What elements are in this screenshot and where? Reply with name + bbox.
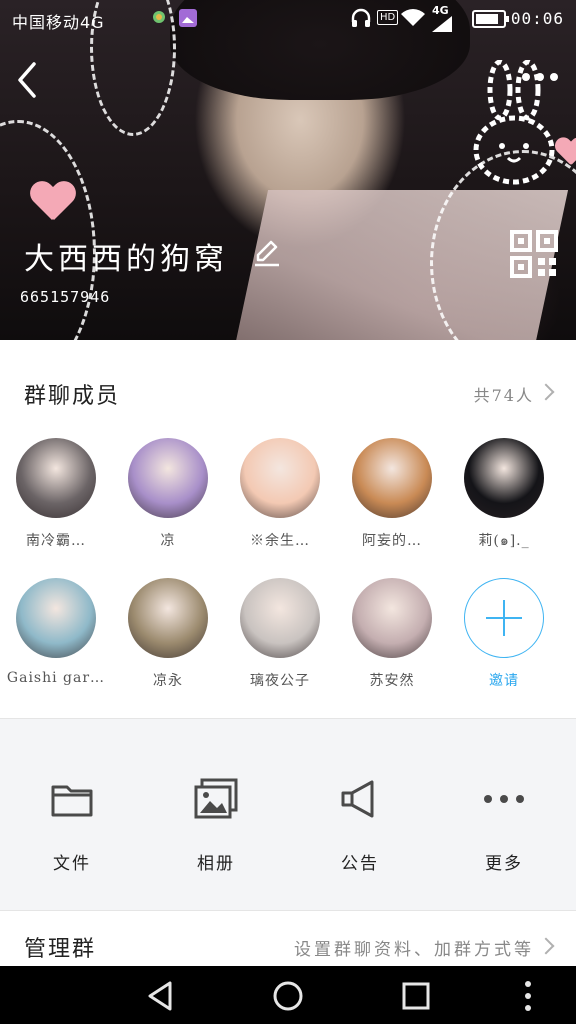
plus-icon [464,578,544,658]
avatar [240,578,320,658]
wifi-icon [401,9,425,26]
manage-group-title: 管理群 [24,937,97,962]
more-tools-label: 更多 [485,854,523,874]
member-name: 南冷霸… [26,533,86,549]
album-button[interactable]: 相册 [144,769,288,879]
nav-home-icon[interactable] [258,976,318,1016]
avatar [352,438,432,518]
group-profile-page: 中国移动4G HD 4G 00:06 大西西的狗窝 665157946 群聊成员… [0,0,576,1024]
nav-menu-icon[interactable] [498,976,558,1016]
invite-button[interactable]: 邀请 [448,578,560,708]
album-label: 相册 [197,854,235,874]
hd-badge: HD [377,10,399,25]
more-tools-button[interactable]: 更多 [432,769,576,879]
chevron-right-icon [537,937,555,955]
group-cover: 中国移动4G HD 4G 00:06 大西西的狗窝 665157946 [0,0,576,340]
avatar [128,438,208,518]
member-item[interactable]: Gaishi gar… [0,578,112,708]
group-tools-bar: 文件 相册 公告 更多 [0,718,576,894]
member-item[interactable]: 苏安然 [336,578,448,708]
member-name: 莉(๑]._ [478,533,530,549]
system-nav-bar [0,966,576,1024]
signal-icon [432,16,452,32]
avatar [464,438,544,518]
member-item[interactable]: 阿妄的… [336,438,448,568]
member-name: 阿妄的… [362,533,422,549]
member-item[interactable]: 南冷霸… [0,438,112,568]
announcement-button[interactable]: 公告 [288,769,432,879]
files-label: 文件 [53,854,91,874]
folder-icon [51,785,93,817]
more-options-button[interactable] [518,62,562,92]
avatar [128,578,208,658]
invite-label: 邀请 [489,673,519,689]
album-icon [194,778,238,819]
qr-code-button[interactable] [510,230,558,278]
group-id: 665157946 [20,288,111,306]
member-item[interactable]: 凉 [112,438,224,568]
member-name: Gaishi gar… [6,670,106,686]
decor-dashed-line [0,120,96,340]
manage-group-row[interactable]: 管理群 设置群聊资料、加群方式等 [0,910,576,967]
group-members-section: 群聊成员 共74人 南冷霸… 凉 ※余生… 阿妄的… 莉(๑]._ Gaishi gar…… [0,340,576,718]
gallery-notification-icon [179,9,197,27]
member-name: 苏安然 [369,673,415,689]
members-header[interactable]: 群聊成员 共74人 [0,366,576,416]
member-name: 凉 [160,533,176,549]
avatar [352,578,432,658]
files-button[interactable]: 文件 [0,769,144,879]
member-item[interactable]: ※余生… [224,438,336,568]
edit-name-pencil-icon[interactable] [252,238,282,268]
member-item[interactable]: 凉永 [112,578,224,708]
status-bar: 中国移动4G HD 4G 00:06 [0,0,576,38]
carrier-label: 中国移动4G [12,13,105,32]
nav-recents-icon[interactable] [386,976,446,1016]
battery-icon [472,10,509,28]
avatar [16,438,96,518]
section-gap [0,892,576,910]
megaphone-icon [341,780,374,818]
members-title: 群聊成员 [24,384,121,409]
nav-back-icon[interactable] [130,976,190,1016]
manage-group-desc: 设置群聊资料、加群方式等 [294,940,534,960]
member-name: 璃夜公子 [250,673,310,689]
member-name: ※余生… [250,533,310,549]
clock: 00:06 [510,9,564,28]
member-item[interactable]: 莉(๑]._ [448,438,560,568]
chevron-right-icon [537,383,555,401]
back-button[interactable] [10,58,44,102]
avatar [16,578,96,658]
members-count: 共74人 [473,386,534,405]
headphones-icon [351,8,371,27]
avatar [240,438,320,518]
announcement-label: 公告 [341,854,379,874]
app-notification-icon [153,11,165,23]
group-name: 大西西的狗窝 [24,242,228,277]
more-dots-icon [484,795,524,803]
heart-sticker-icon [30,182,76,222]
member-item[interactable]: 璃夜公子 [224,578,336,708]
member-name: 凉永 [153,673,183,689]
